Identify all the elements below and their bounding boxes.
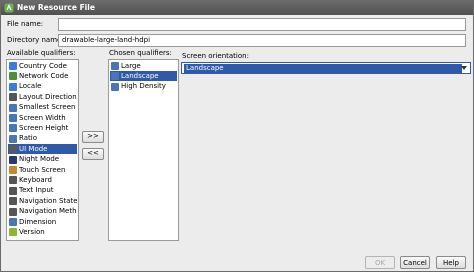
ratio-icon xyxy=(9,134,17,143)
add-qualifier-button[interactable]: >> xyxy=(82,131,104,143)
qualifier-label: High Density xyxy=(121,82,166,91)
chevron-down-icon xyxy=(461,66,467,70)
text-input-icon xyxy=(9,186,17,195)
ui-mode-icon xyxy=(9,145,17,154)
qualifier-item[interactable]: Layout Direction xyxy=(8,92,77,102)
orientation-icon xyxy=(111,72,119,81)
qualifier-item[interactable]: Network Code xyxy=(8,71,77,81)
qualifier-item[interactable]: Navigation Method xyxy=(8,207,77,217)
qualifier-item[interactable]: Landscape xyxy=(110,71,177,82)
keyboard-icon xyxy=(9,176,17,185)
qualifier-label: Locale xyxy=(19,82,42,91)
qualifier-item[interactable]: Touch Screen xyxy=(8,165,77,175)
qualifier-label: Touch Screen xyxy=(19,165,66,174)
available-qualifiers-label: Available qualifiers: xyxy=(7,49,76,57)
qualifier-label: Keyboard xyxy=(19,175,52,184)
globe-icon xyxy=(9,82,17,91)
qualifier-label: Navigation State xyxy=(19,196,77,205)
android-studio-icon xyxy=(4,3,14,13)
globe-icon xyxy=(9,62,17,70)
help-button[interactable]: Help xyxy=(436,256,466,269)
qualifier-item[interactable]: High Density xyxy=(110,82,177,92)
screen-orientation-select[interactable]: Landscape xyxy=(181,62,471,74)
remove-qualifier-button[interactable]: << xyxy=(82,148,104,160)
chosen-qualifiers-label: Chosen qualifiers: xyxy=(109,49,172,57)
cancel-button[interactable]: Cancel xyxy=(400,256,430,269)
qualifier-item[interactable]: Version xyxy=(8,227,77,237)
qualifier-item[interactable]: Text Input xyxy=(8,186,77,196)
screen-height-icon xyxy=(9,124,17,133)
new-resource-file-dialog: New Resource File File name: Directory n… xyxy=(0,0,474,272)
title-bar[interactable]: New Resource File xyxy=(1,1,473,15)
qualifier-label: Country Code xyxy=(19,61,67,70)
qualifier-item[interactable]: Dimension xyxy=(8,217,77,227)
night-mode-icon xyxy=(9,155,17,164)
chosen-qualifiers-list[interactable]: Large Landscape High Density xyxy=(108,59,179,241)
touch-icon xyxy=(9,166,17,174)
network-icon xyxy=(9,72,17,81)
file-name-field[interactable] xyxy=(58,18,466,31)
screen-width-icon xyxy=(9,103,17,112)
qualifier-label: UI Mode xyxy=(19,144,48,153)
dialog-title: New Resource File xyxy=(17,3,95,12)
qualifier-item[interactable]: Screen Width xyxy=(8,113,77,123)
qualifier-label: Version xyxy=(19,227,45,236)
density-icon xyxy=(111,82,119,91)
directory-name-label: Directory name: xyxy=(7,36,64,44)
ok-button[interactable]: OK xyxy=(365,256,395,269)
qualifier-item[interactable]: Locale xyxy=(8,82,77,92)
dimension-icon xyxy=(9,218,17,226)
available-qualifiers-list[interactable]: Country Code Network Code Locale Layout Dir… xyxy=(6,59,79,241)
qualifier-item[interactable]: Keyboard xyxy=(8,175,77,185)
file-name-label: File name: xyxy=(7,20,44,28)
android-icon xyxy=(9,228,17,237)
navigation-icon xyxy=(9,207,17,216)
qualifier-label: Landscape xyxy=(121,71,159,80)
qualifier-label: Dimension xyxy=(19,217,57,226)
layout-direction-icon xyxy=(9,93,17,102)
qualifier-label: Screen Width xyxy=(19,113,66,122)
directory-name-field[interactable]: drawable-large-land-hdpi xyxy=(58,34,466,47)
qualifier-label: Smallest Screen Width xyxy=(19,103,77,112)
qualifier-label: Screen Height xyxy=(19,123,69,132)
qualifier-item[interactable]: Screen Height xyxy=(8,123,77,133)
qualifier-item[interactable]: UI Mode xyxy=(8,144,77,155)
qualifier-item[interactable]: Country Code xyxy=(8,61,77,71)
navigation-icon xyxy=(9,197,17,206)
qualifier-label: Network Code xyxy=(19,71,69,80)
screen-orientation-value: Landscape xyxy=(184,64,462,73)
size-icon xyxy=(111,62,119,70)
qualifier-item[interactable]: Night Mode xyxy=(8,155,77,165)
qualifier-label: Ratio xyxy=(19,134,37,143)
qualifier-label: Text Input xyxy=(19,186,54,195)
qualifier-item[interactable]: Large xyxy=(110,61,177,71)
qualifier-item[interactable]: Smallest Screen Width xyxy=(8,103,77,113)
qualifier-item[interactable]: Navigation State xyxy=(8,196,77,206)
qualifier-label: Large xyxy=(121,61,141,70)
qualifier-label: Night Mode xyxy=(19,155,60,164)
qualifier-label: Layout Direction xyxy=(19,92,77,101)
qualifier-item[interactable]: Ratio xyxy=(8,134,77,144)
screen-orientation-label: Screen orientation: xyxy=(182,52,249,60)
qualifier-label: Navigation Method xyxy=(19,207,77,216)
screen-width-icon xyxy=(9,114,17,122)
